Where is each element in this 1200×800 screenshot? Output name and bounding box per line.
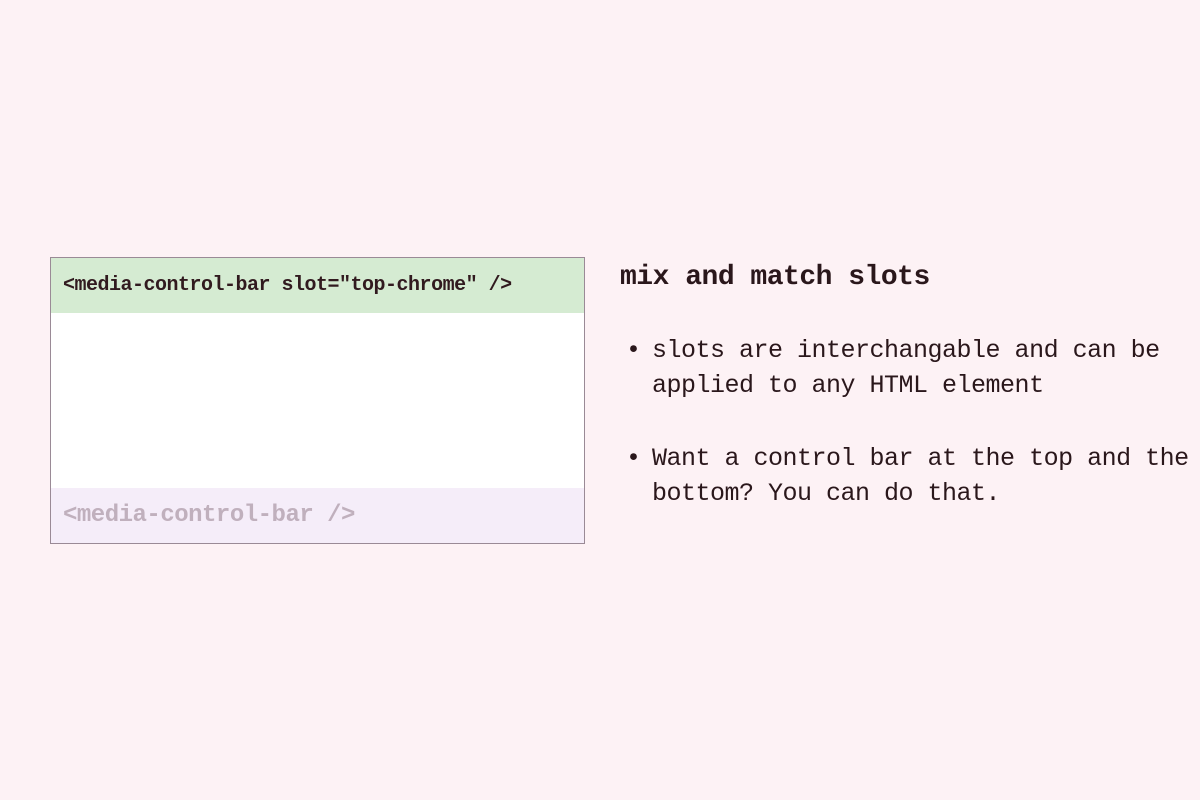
media-content-area <box>51 313 584 488</box>
bullet-item: Want a control bar at the top and the bo… <box>620 441 1190 511</box>
text-panel: mix and match slots slots are interchang… <box>600 252 1200 549</box>
bullet-item: slots are interchangable and can be appl… <box>620 333 1190 403</box>
bullet-list: slots are interchangable and can be appl… <box>620 333 1190 511</box>
slide-heading: mix and match slots <box>620 262 1190 293</box>
diagram-panel: <media-control-bar slot="top-chrome" /> … <box>0 257 600 544</box>
slide-container: <media-control-bar slot="top-chrome" /> … <box>0 252 1200 549</box>
bottom-slot-label: <media-control-bar /> <box>51 488 584 543</box>
media-player-diagram: <media-control-bar slot="top-chrome" /> … <box>50 257 585 544</box>
top-chrome-slot-label: <media-control-bar slot="top-chrome" /> <box>51 258 584 313</box>
